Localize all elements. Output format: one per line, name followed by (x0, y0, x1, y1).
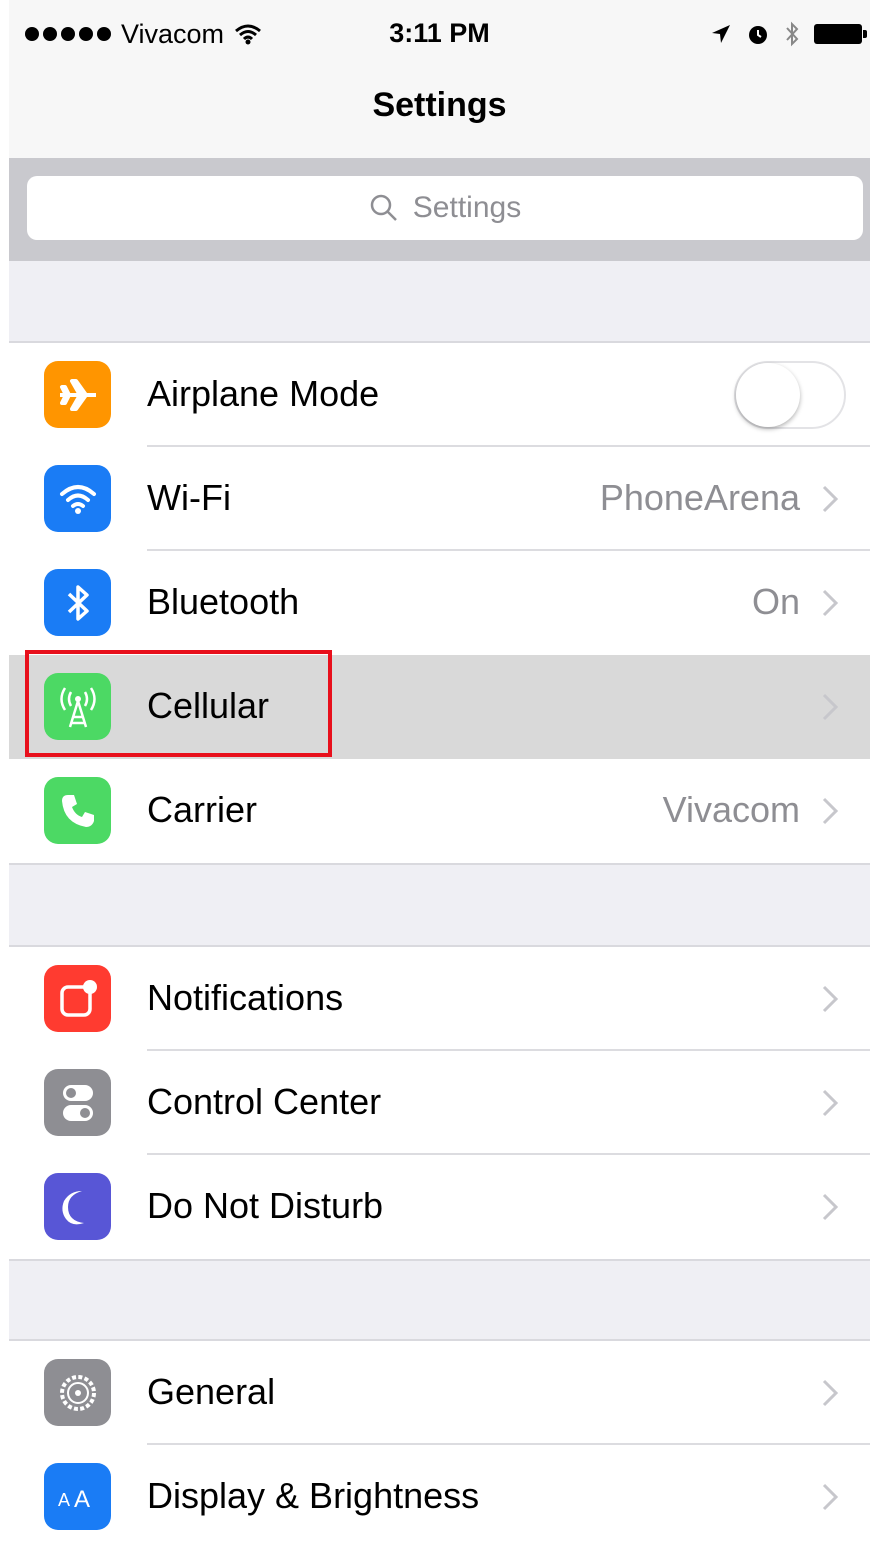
wifi-row[interactable]: Wi-Fi PhoneArena (9, 447, 870, 551)
battery-icon (814, 24, 867, 44)
chevron-right-icon (822, 693, 839, 721)
notifications-label: Notifications (147, 977, 344, 1018)
settings-group-notifications: Notifications Control Center Do Not Dist… (9, 945, 870, 1261)
chevron-right-icon (822, 1483, 839, 1511)
do-not-disturb-row[interactable]: Do Not Disturb (9, 1155, 870, 1259)
status-right (710, 18, 867, 50)
general-label: General (147, 1371, 276, 1412)
bluetooth-status-icon (786, 21, 799, 47)
settings-group-general: General A A Display & Brightness (9, 1339, 870, 1543)
search-input[interactable]: Settings (27, 176, 863, 240)
settings-group-connectivity: Airplane Mode Wi-Fi PhoneArena Bluetooth… (9, 341, 870, 865)
chevron-right-icon (822, 1089, 839, 1117)
chevron-right-icon (822, 485, 839, 513)
navigation-bar: Settings (9, 66, 870, 158)
chevron-right-icon (822, 1193, 839, 1221)
chevron-right-icon (822, 1379, 839, 1407)
settings-screen: Vivacom 3:11 PM Settings Settings Airpla… (9, 0, 870, 1543)
airplane-icon (44, 361, 111, 428)
airplane-mode-toggle[interactable] (734, 361, 846, 429)
wifi-icon (44, 465, 111, 532)
notifications-icon (44, 965, 111, 1032)
alarm-icon (749, 26, 767, 44)
display-brightness-row[interactable]: A A Display & Brightness (9, 1445, 870, 1543)
chevron-right-icon (822, 985, 839, 1013)
location-icon (712, 25, 730, 43)
search-area: Settings (9, 158, 870, 261)
airplane-mode-label: Airplane Mode (147, 373, 380, 414)
status-bar: Vivacom 3:11 PM (9, 0, 870, 66)
moon-icon (44, 1173, 111, 1240)
do-not-disturb-label: Do Not Disturb (147, 1185, 384, 1226)
gear-icon (44, 1359, 111, 1426)
airplane-mode-row[interactable]: Airplane Mode (9, 343, 870, 447)
search-placeholder: Settings (412, 191, 522, 224)
highlight-box (25, 650, 332, 757)
notifications-row[interactable]: Notifications (9, 947, 870, 1051)
search-icon (370, 194, 397, 221)
carrier-value: Vivacom (662, 789, 800, 830)
display-icon: A A (44, 1463, 111, 1530)
bluetooth-icon (44, 569, 111, 636)
display-brightness-label: Display & Brightness (147, 1475, 480, 1516)
bluetooth-label: Bluetooth (147, 581, 300, 622)
chevron-right-icon (822, 589, 839, 617)
carrier-label: Carrier (147, 789, 258, 830)
bluetooth-row[interactable]: Bluetooth On (9, 551, 870, 655)
control-center-label: Control Center (147, 1081, 382, 1122)
wifi-value: PhoneArena (599, 477, 800, 518)
chevron-right-icon (822, 797, 839, 825)
svg-text:A: A (58, 1490, 70, 1510)
phone-icon (44, 777, 111, 844)
svg-text:A: A (74, 1486, 90, 1512)
carrier-row[interactable]: Carrier Vivacom (9, 759, 870, 863)
wifi-label: Wi-Fi (147, 477, 231, 518)
bluetooth-value: On (751, 581, 800, 622)
page-title: Settings (372, 86, 507, 124)
toggle-knob (736, 363, 800, 427)
control-center-row[interactable]: Control Center (9, 1051, 870, 1155)
general-row[interactable]: General (9, 1341, 870, 1445)
control-center-icon (44, 1069, 111, 1136)
